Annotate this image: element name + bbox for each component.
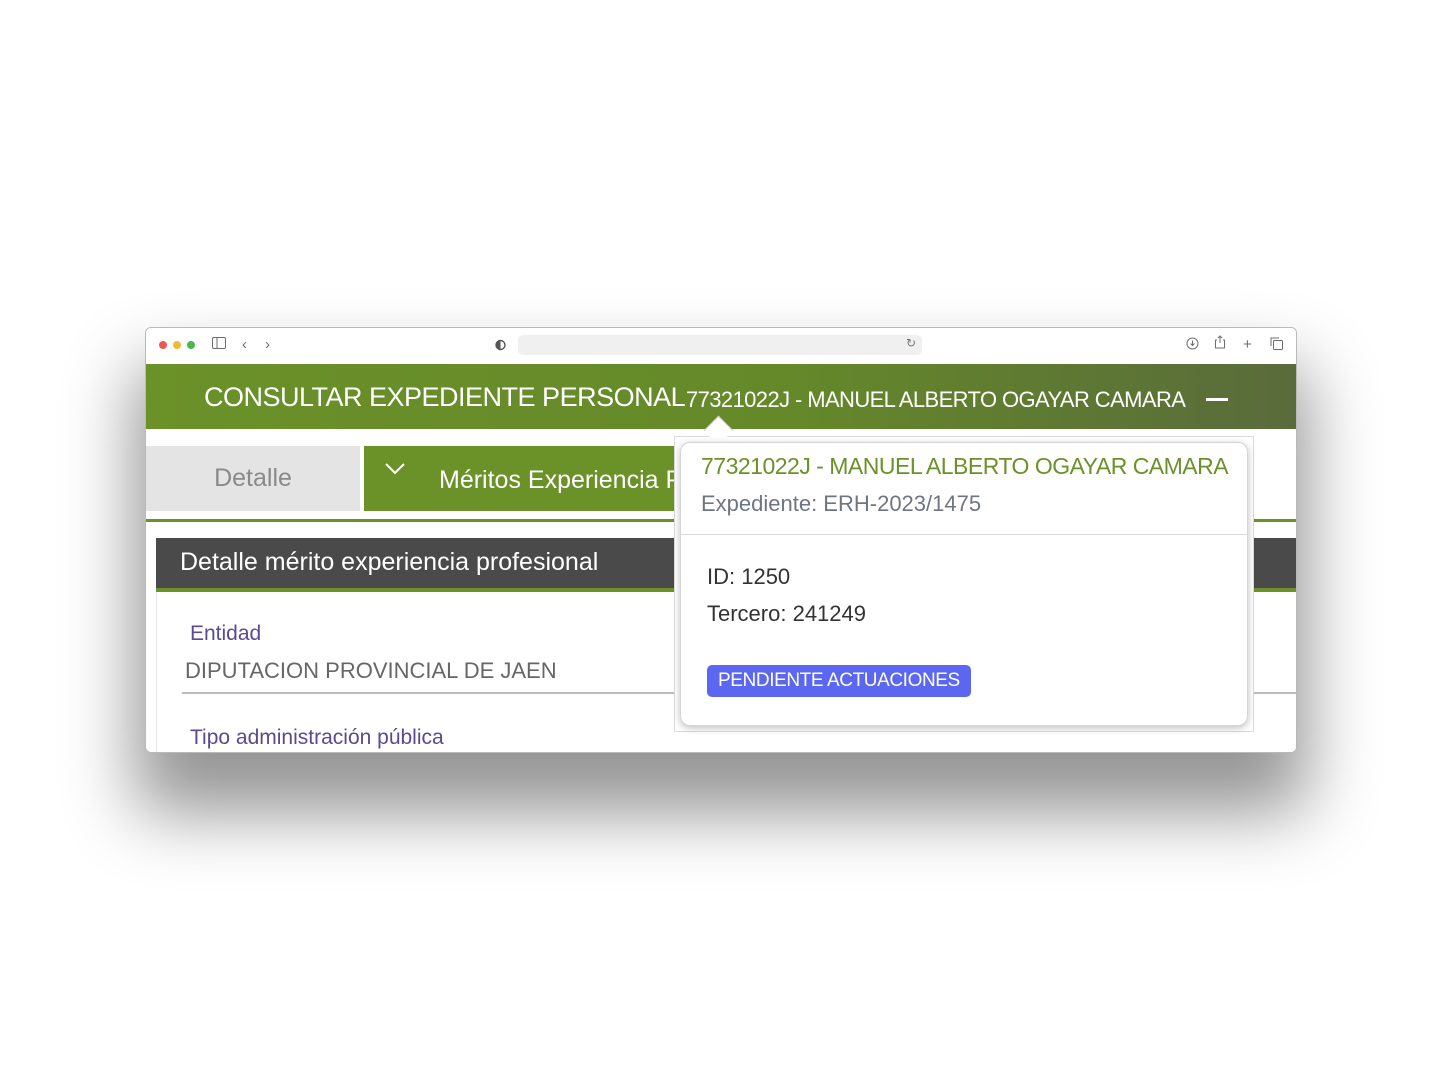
section-title: Detalle mérito experiencia profesional xyxy=(180,548,599,576)
sidebar-icon[interactable] xyxy=(212,335,226,355)
popover-divider xyxy=(681,534,1247,535)
zoom-window-button[interactable] xyxy=(187,341,195,349)
tab-meritos-experiencia[interactable]: Méritos Experiencia Profesional xyxy=(364,446,684,511)
page-title: CONSULTAR EXPEDIENTE PERSONAL xyxy=(204,382,686,412)
forward-icon[interactable]: › xyxy=(265,335,270,355)
minimize-window-button[interactable] xyxy=(173,341,181,349)
share-icon[interactable] xyxy=(1214,335,1226,355)
popover-tercero: Tercero: 241249 xyxy=(707,601,866,626)
back-icon[interactable]: ‹ xyxy=(242,335,247,355)
status-badge: PENDIENTE ACTUACIONES xyxy=(707,665,971,697)
address-bar[interactable]: ↻ xyxy=(518,335,922,355)
person-header-link[interactable]: 77321022J - MANUEL ALBERTO OGAYAR CAMARA xyxy=(686,387,1186,413)
tipo-administracion-label: Tipo administración pública xyxy=(190,726,444,749)
person-popover: 77321022J - MANUEL ALBERTO OGAYAR CAMARA… xyxy=(680,442,1248,726)
tab-detalle[interactable]: Detalle xyxy=(146,446,360,511)
entidad-field[interactable]: DIPUTACION PROVINCIAL DE JAEN xyxy=(185,658,557,684)
tabs-icon[interactable] xyxy=(1270,336,1283,356)
entidad-label: Entidad xyxy=(190,622,262,645)
download-icon[interactable] xyxy=(1186,336,1199,356)
tab-meritos-label: Méritos Experiencia Profesional xyxy=(439,466,684,494)
popover-expediente: Expediente: ERH-2023/1475 xyxy=(701,491,982,516)
reload-icon[interactable]: ↻ xyxy=(906,336,916,350)
browser-window: ‹ › ↻ + CONSULTAR EXPEDIENTE PERSONAL 77… xyxy=(145,327,1297,753)
collapse-icon[interactable] xyxy=(1206,398,1228,401)
popover-id: ID: 1250 xyxy=(707,564,791,589)
chevron-down-icon xyxy=(384,456,406,482)
new-tab-icon[interactable]: + xyxy=(1243,335,1252,355)
browser-toolbar: ‹ › ↻ + xyxy=(146,328,1296,365)
close-window-button[interactable] xyxy=(159,341,167,349)
shield-icon xyxy=(495,337,506,357)
popover-title: 77321022J - MANUEL ALBERTO OGAYAR CAMARA xyxy=(701,453,1229,479)
